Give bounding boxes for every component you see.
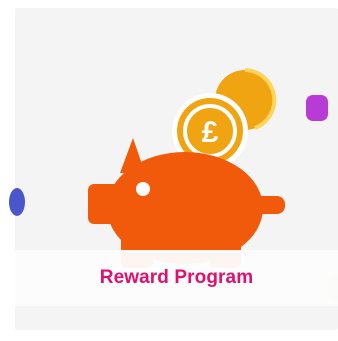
reward-program-card[interactable]: £ Reward Program (15, 8, 338, 330)
purple-dot (306, 95, 328, 121)
reward-program-tile-frame: £ Reward Program (0, 0, 338, 341)
blue-dot (9, 188, 25, 216)
reward-program-label[interactable]: Reward Program (15, 250, 338, 306)
piggy-bank-icon (88, 138, 285, 268)
piggy-eye (136, 182, 150, 196)
pound-symbol: £ (202, 116, 219, 149)
